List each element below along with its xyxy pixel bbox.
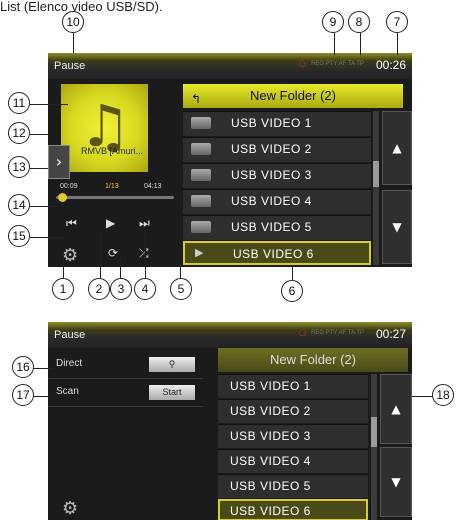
list-item[interactable]: USB VIDEO 3 [218,424,368,448]
list-item[interactable]: USB VIDEO 1 [218,374,368,398]
callout-17: 17 [12,384,34,406]
play-icon: ▶ [195,246,204,259]
folder-icon [191,195,211,207]
scan-start-button[interactable]: Start [149,385,195,400]
folder-icon [191,169,211,181]
direct-search-button[interactable]: ⚲ [149,357,195,372]
callout-7: 7 [386,11,408,33]
bluetooth-icon: ⚆ REG PTY AF TA TP [298,328,365,338]
list-item[interactable]: USB VIDEO 4 [183,189,371,214]
scroll-up-button[interactable]: ▲ [380,374,412,444]
callout-13: 13 [8,156,30,178]
direct-row: Direct ⚲ [48,352,203,379]
clock: 00:27 [375,327,406,341]
callout-15: 15 [8,225,30,247]
album-caption: RMVB [Amuri... [81,146,144,156]
callout-6: 6 [281,280,303,302]
scroll-thumb[interactable] [373,161,379,187]
callout-2: 2 [88,278,110,300]
scan-row: Scan Start [48,380,203,407]
folder-icon [191,143,211,155]
folder-header[interactable]: ↰ New Folder (2) [183,84,403,108]
expand-side-tab-button[interactable]: › [48,145,70,179]
settings-gear-icon[interactable]: ⚙ [62,498,78,519]
folder-name: New Folder (2) [250,88,336,103]
scrollbar[interactable] [371,374,377,520]
callout-18: 18 [432,384,454,406]
list-item[interactable]: USB VIDEO 2 [218,399,368,423]
rds-indicators: REG PTY AF TA TP [311,61,364,67]
direct-label: Direct [56,358,83,369]
playback-status: Pause [54,60,86,72]
callout-4: 4 [134,278,156,300]
list-item[interactable]: USB VIDEO 5 [218,474,368,498]
list-item[interactable]: USB VIDEO 2 [183,137,371,162]
list-item[interactable]: USB VIDEO 3 [183,163,371,188]
seek-knob[interactable] [57,193,67,202]
callout-5: 5 [170,278,192,300]
scan-label: Scan [56,386,79,397]
scrollbar[interactable] [373,111,379,265]
scroll-down-button[interactable]: ▼ [380,447,412,517]
folder-icon [191,117,211,129]
callout-16: 16 [12,356,34,378]
repeat-icon[interactable]: ⟳ [108,246,118,260]
clock: 00:26 [375,58,406,72]
callout-11: 11 [8,92,30,114]
track-counter: 1/13 [105,183,119,190]
rds-indicators: REG PTY AF TA TP [311,330,364,336]
back-icon[interactable]: ↰ [191,87,201,111]
bluetooth-icon: ⚆ REG PTY AF TA TP [298,59,365,69]
scroll-down-button[interactable]: ▼ [382,190,412,264]
playback-status: Pause [54,329,86,341]
list-item-selected[interactable]: ▶ USB VIDEO 6 [183,241,371,265]
seek-bar[interactable] [56,193,174,202]
callout-8: 8 [348,11,370,33]
total-time: 04:13 [144,183,162,190]
prev-track-icon[interactable]: ⏮ [66,216,77,231]
status-bar: Pause ⚆ REG PTY AF TA TP 00:27 [48,322,412,348]
folder-icon [191,221,211,233]
next-track-icon[interactable]: ⏭ [139,216,150,231]
callout-3: 3 [110,278,132,300]
player-screen-2: Pause ⚆ REG PTY AF TA TP 00:27 Direct ⚲ … [48,322,412,520]
list-item[interactable]: USB VIDEO 5 [183,215,371,240]
callout-12: 12 [8,122,30,144]
album-art: ♫ RMVB [Amuri... [61,84,148,172]
folder-header[interactable]: New Folder (2) [218,348,408,372]
list-item[interactable]: USB VIDEO 4 [218,449,368,473]
elapsed-time: 00:09 [60,183,78,190]
search-icon: ⚲ [168,359,176,369]
list-item[interactable]: USB VIDEO 1 [183,111,371,136]
callout-9: 9 [322,11,344,33]
scroll-up-button[interactable]: ▲ [382,111,412,185]
callout-1: 1 [52,278,74,300]
list-item-selected[interactable]: USB VIDEO 6 [218,499,368,520]
play-icon[interactable]: ▶ [106,216,115,230]
status-bar: Pause ⚆ REG PTY AF TA TP 00:26 [48,53,412,79]
folder-name: New Folder (2) [270,352,356,367]
shuffle-icon[interactable]: ⤮ [139,246,149,261]
callout-10: 10 [62,11,84,33]
settings-gear-icon[interactable]: ⚙ [62,245,78,266]
player-screen-1: Pause ⚆ REG PTY AF TA TP 00:26 ♫ RMVB [A… [48,53,412,267]
scroll-thumb[interactable] [371,417,377,447]
callout-14: 14 [8,194,30,216]
